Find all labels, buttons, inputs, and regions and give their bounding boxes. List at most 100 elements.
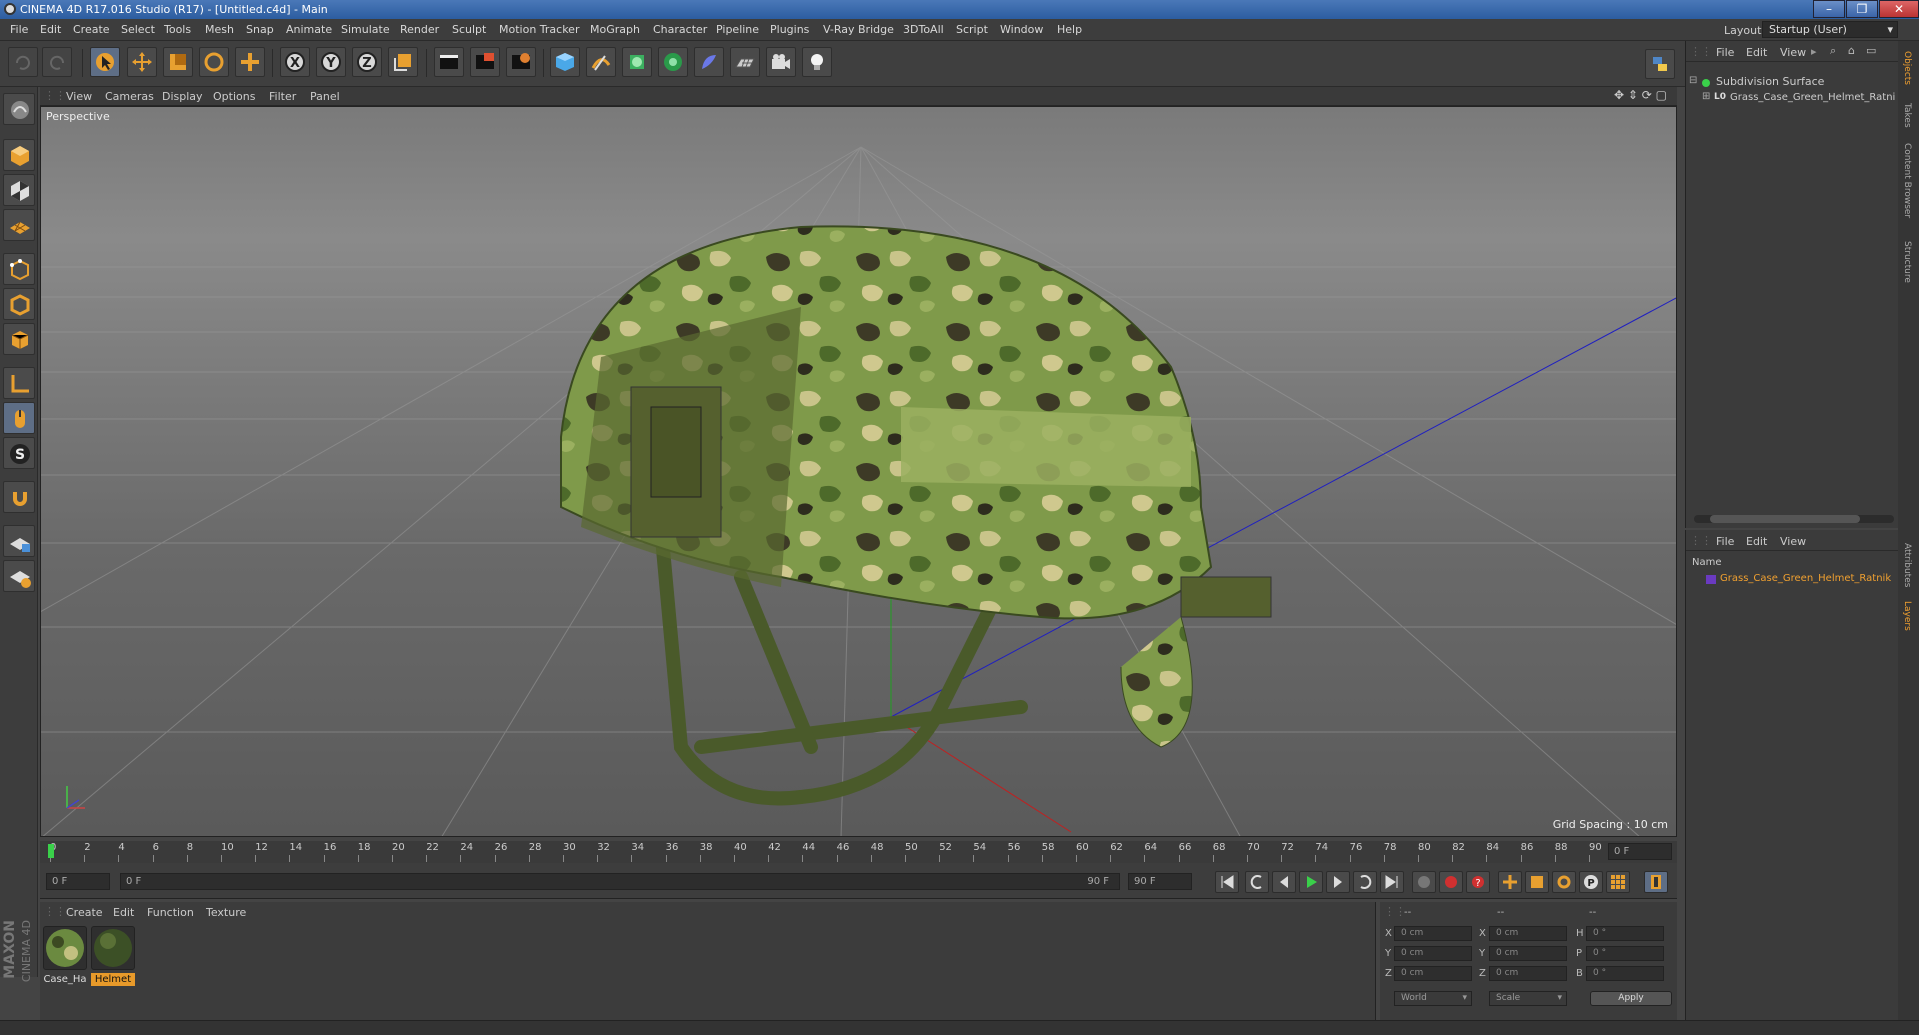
live-select-button[interactable] — [235, 47, 265, 77]
viewport-menu-view[interactable]: View — [66, 90, 92, 103]
collapse-icon[interactable]: ⊟ — [1689, 75, 1697, 86]
make-editable-button[interactable] — [3, 93, 35, 125]
redo-button[interactable] — [42, 47, 72, 77]
tab-takes[interactable]: Takes — [1902, 103, 1912, 128]
material-menu-function[interactable]: Function — [147, 906, 194, 919]
key-parameter-button[interactable]: P — [1579, 871, 1603, 893]
polygons-mode-button[interactable] — [3, 323, 35, 355]
render-settings-button[interactable] — [506, 47, 536, 77]
light-button[interactable] — [802, 47, 832, 77]
tab-objects[interactable]: Objects — [1902, 51, 1912, 85]
menu-motion-tracker[interactable]: Motion Tracker — [499, 23, 579, 36]
menu-animate[interactable]: Animate — [286, 23, 332, 36]
scale-tool-button[interactable] — [163, 47, 193, 77]
menu-render[interactable]: Render — [400, 23, 439, 36]
pen-spline-button[interactable] — [586, 47, 616, 77]
solo-button[interactable] — [3, 560, 35, 592]
texture-mode-button[interactable] — [3, 174, 35, 206]
horizontal-scrollbar[interactable] — [1694, 515, 1894, 523]
object-menu-view[interactable]: View — [1780, 46, 1806, 59]
new-window-icon[interactable]: ▭ — [1866, 44, 1876, 57]
record-keys-button[interactable] — [1412, 871, 1436, 893]
material-swatch-helmet[interactable] — [91, 926, 135, 970]
menu-mesh[interactable]: Mesh — [205, 23, 234, 36]
render-view-button[interactable] — [434, 47, 464, 77]
menu-vray-bridge[interactable]: V-Ray Bridge — [823, 23, 894, 36]
frame-range-slider[interactable]: 0 F 90 F — [120, 873, 1120, 890]
layer-menu-view[interactable]: View — [1780, 535, 1806, 548]
key-scale-button[interactable] — [1525, 871, 1549, 893]
viewport-menu-cameras[interactable]: Cameras — [105, 90, 154, 103]
menu-tools[interactable]: Tools — [164, 23, 191, 36]
object-row[interactable]: ⊟ Subdivision Surface — [1686, 75, 1900, 90]
tab-content-browser[interactable]: Content Browser — [1902, 143, 1912, 218]
size-z-field[interactable]: 0 cm — [1489, 966, 1567, 981]
viewport-nav-icons[interactable]: ✥ ⇕ ⟳ ▢ — [1614, 88, 1667, 102]
workplane-button[interactable] — [3, 209, 35, 241]
subdivision-button[interactable] — [622, 47, 652, 77]
material-menu-edit[interactable]: Edit — [113, 906, 134, 919]
menu-character[interactable]: Character — [653, 23, 707, 36]
menu-file[interactable]: File — [10, 23, 28, 36]
menu-select[interactable]: Select — [121, 23, 155, 36]
layout-select[interactable]: Startup (User) ▾ — [1762, 21, 1898, 38]
deformer-button[interactable] — [694, 47, 724, 77]
material-swatch-case[interactable] — [43, 926, 87, 970]
tweak-button[interactable] — [3, 402, 35, 434]
cube-button[interactable] — [550, 47, 580, 77]
viewport[interactable]: Perspective Grid Spacing : 10 cm — [40, 106, 1677, 837]
model-mode-button[interactable] — [3, 139, 35, 171]
viewport-menu-display[interactable]: Display — [162, 90, 203, 103]
lock-grid-button[interactable] — [3, 525, 35, 557]
magnet-button[interactable] — [3, 481, 35, 513]
menu-mograph[interactable]: MoGraph — [590, 23, 640, 36]
rotation-b-field[interactable]: 0 ° — [1586, 966, 1664, 981]
object-menu-edit[interactable]: Edit — [1746, 46, 1767, 59]
cloner-button[interactable] — [658, 47, 688, 77]
play-button[interactable] — [1299, 871, 1323, 893]
position-z-field[interactable]: 0 cm — [1394, 966, 1472, 981]
snap-button[interactable]: S — [3, 437, 35, 469]
layer-color-swatch[interactable] — [1706, 575, 1716, 584]
home-icon[interactable]: ⌂ — [1848, 44, 1855, 57]
menu-plugins[interactable]: Plugins — [770, 23, 809, 36]
menu-script[interactable]: Script — [956, 23, 988, 36]
start-frame-field[interactable]: 0 F — [46, 873, 110, 890]
key-rotation-button[interactable] — [1552, 871, 1576, 893]
key-pla-button[interactable] — [1606, 871, 1630, 893]
object-menu-file[interactable]: File — [1716, 46, 1734, 59]
go-to-start-button[interactable] — [1215, 871, 1239, 893]
size-x-field[interactable]: 0 cm — [1489, 926, 1567, 941]
next-frame-button[interactable] — [1326, 871, 1350, 893]
viewport-menu-panel[interactable]: Panel — [310, 90, 340, 103]
menu-more-icon[interactable]: ▸ — [1811, 45, 1817, 58]
python-button[interactable] — [1645, 49, 1675, 79]
menu-snap[interactable]: Snap — [246, 23, 274, 36]
rotation-p-field[interactable]: 0 ° — [1586, 946, 1664, 961]
timeline-ruler[interactable]: 0246810121416182022242628303234363840424… — [40, 841, 1677, 863]
position-x-field[interactable]: 0 cm — [1394, 926, 1472, 941]
maximize-button[interactable]: ❐ — [1846, 0, 1878, 18]
points-mode-button[interactable] — [3, 253, 35, 285]
menu-help[interactable]: Help — [1057, 23, 1082, 36]
menu-pipeline[interactable]: Pipeline — [716, 23, 759, 36]
material-menu-texture[interactable]: Texture — [206, 906, 246, 919]
edges-mode-button[interactable] — [3, 288, 35, 320]
apply-button[interactable]: Apply — [1590, 991, 1672, 1006]
timeline-layout-button[interactable] — [1644, 871, 1668, 893]
menu-3dtoall[interactable]: 3DToAll — [903, 23, 944, 36]
floor-button[interactable] — [730, 47, 760, 77]
axis-mode-button[interactable] — [3, 367, 35, 399]
tab-structure[interactable]: Structure — [1902, 241, 1912, 283]
y-axis-button[interactable]: Y — [316, 47, 346, 77]
current-frame-field[interactable]: 0 F — [1608, 843, 1672, 860]
prev-frame-button[interactable] — [1272, 871, 1296, 893]
size-mode-select[interactable]: Scale ▾ — [1489, 991, 1567, 1006]
key-position-button[interactable] — [1498, 871, 1522, 893]
end-frame-field[interactable]: 90 F — [1128, 873, 1192, 890]
tab-layers[interactable]: Layers — [1902, 601, 1912, 631]
tab-attributes[interactable]: Attributes — [1902, 543, 1912, 587]
x-axis-button[interactable]: X — [280, 47, 310, 77]
layer-menu-edit[interactable]: Edit — [1746, 535, 1767, 548]
move-tool-button[interactable] — [127, 47, 157, 77]
